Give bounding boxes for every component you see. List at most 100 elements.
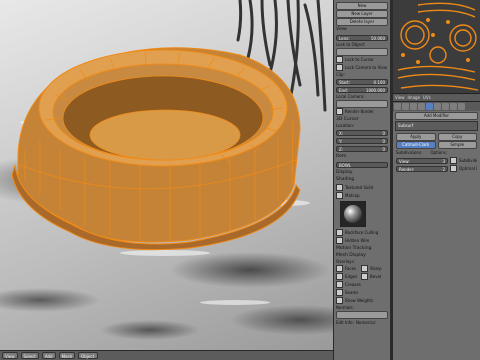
matcap-preview[interactable] xyxy=(340,201,366,227)
faces-checkbox[interactable] xyxy=(336,265,343,272)
uv-editor-header: View Image UVs xyxy=(393,93,480,102)
textured-solid-checkbox[interactable] xyxy=(336,184,343,191)
mesh-menu[interactable]: Mesh xyxy=(58,352,76,359)
render-levels-label: Render: xyxy=(399,166,415,172)
render-tab-icon[interactable] xyxy=(394,103,401,110)
y-value: 0 xyxy=(382,138,385,144)
render-levels-value: 2 xyxy=(442,166,445,172)
shading-section-title[interactable]: Shading xyxy=(336,176,388,183)
optimal-display-checkbox[interactable] xyxy=(450,165,457,172)
x-value: 0 xyxy=(382,130,385,136)
clip-start-field[interactable]: Start: 0.100 xyxy=(336,78,388,85)
item-name-field[interactable]: BOWL xyxy=(336,161,388,168)
subdivide-uvs-checkbox[interactable] xyxy=(450,157,457,164)
lock-camera-checkbox[interactable] xyxy=(336,64,343,71)
apply-button[interactable]: Apply xyxy=(396,132,436,141)
scene-tab-icon[interactable] xyxy=(402,103,409,110)
clip-label: Clip: xyxy=(336,72,345,77)
normals-buttons[interactable] xyxy=(336,310,388,319)
display-section-title[interactable]: Display xyxy=(336,169,388,176)
mode-dropdown[interactable]: Object xyxy=(78,352,99,359)
bevel-label: Bevel xyxy=(370,274,382,279)
cursor-section-title[interactable]: 3D Cursor xyxy=(336,116,388,123)
mesh-display-title[interactable]: Mesh Display xyxy=(336,252,388,259)
show-weights-checkbox[interactable] xyxy=(336,297,343,304)
data-tab-icon[interactable] xyxy=(434,103,441,110)
hidden-wire-checkbox[interactable] xyxy=(336,237,343,244)
object-tab-icon[interactable] xyxy=(418,103,425,110)
subdivisions-label: Subdivisions: xyxy=(396,150,423,155)
3d-viewport[interactable] xyxy=(0,0,333,350)
options-label: Options: xyxy=(430,150,448,155)
motion-tracking-title[interactable]: Motion Tracking xyxy=(336,245,388,252)
sharp-checkbox[interactable] xyxy=(361,265,368,272)
creases-checkbox[interactable] xyxy=(336,281,343,288)
subsurf-modifier-header[interactable]: Subsurf xyxy=(395,121,478,131)
view-levels-value: 3 xyxy=(442,158,445,164)
cursor-x-field[interactable]: X: 0 xyxy=(336,129,388,136)
render-border-checkbox[interactable] xyxy=(336,108,343,115)
x-label: X: xyxy=(339,130,344,136)
optimal-display-label: Optimal Display xyxy=(459,166,477,171)
lock-camera-label: Lock Camera to View xyxy=(345,65,388,70)
select-menu[interactable]: Select xyxy=(20,352,39,359)
y-label: Y: xyxy=(339,138,343,144)
render-border-label: Render Border xyxy=(345,109,374,114)
cursor-y-field[interactable]: Y: 0 xyxy=(336,137,388,144)
matcap-checkbox[interactable] xyxy=(336,192,343,199)
sharp-label: Sharp xyxy=(370,266,382,271)
hidden-wire-label: Hidden Wire xyxy=(345,238,370,243)
new-layer-button[interactable]: New Layer xyxy=(336,9,388,18)
simple-button[interactable]: Simple xyxy=(437,140,477,149)
seams-label: Seams xyxy=(345,290,359,295)
item-section-title[interactable]: Item xyxy=(336,153,388,160)
view-menu[interactable]: View xyxy=(2,352,18,359)
faces-label: Faces xyxy=(345,266,357,271)
clip-end-field[interactable]: End: 1000.000 xyxy=(336,86,388,93)
bevel-checkbox[interactable] xyxy=(361,273,368,280)
lock-object-label: Lock to Object xyxy=(336,42,365,47)
add-menu[interactable]: Add xyxy=(41,352,56,359)
clip-end-value: 1000.000 xyxy=(365,87,385,93)
lock-object-field[interactable] xyxy=(336,47,388,56)
edit-info-label: Edit Info: xyxy=(336,320,354,325)
backface-culling-checkbox[interactable] xyxy=(336,229,343,236)
uv-image-menu[interactable]: Image xyxy=(408,95,421,100)
uv-editor[interactable] xyxy=(393,0,480,93)
local-camera-label: Local Camera: xyxy=(336,94,365,99)
seams-checkbox[interactable] xyxy=(336,289,343,296)
normals-label: Normals: xyxy=(336,305,354,310)
overlays-label: Overlays: xyxy=(336,259,355,264)
lock-cursor-checkbox[interactable] xyxy=(336,56,343,63)
cursor-z-field[interactable]: Z: 0 xyxy=(336,145,388,152)
new-button[interactable]: New xyxy=(336,1,388,10)
clip-end-label: End: xyxy=(339,87,348,93)
view-levels-field[interactable]: View: 3 xyxy=(396,157,448,164)
uv-uvs-menu[interactable]: UVs xyxy=(423,95,431,100)
uv-view-menu[interactable]: View xyxy=(395,95,405,100)
numerics-label: Numerics: xyxy=(355,320,377,325)
z-label: Z: xyxy=(339,146,344,152)
material-tab-icon[interactable] xyxy=(442,103,449,110)
copy-button[interactable]: Copy xyxy=(437,132,477,141)
backface-culling-label: Backface Culling xyxy=(345,230,379,235)
delete-layer-button[interactable]: Delete layer xyxy=(336,17,388,26)
bowl-mesh[interactable] xyxy=(0,0,333,350)
subdivide-uvs-label: Subdivide UVs xyxy=(459,158,477,163)
texture-tab-icon[interactable] xyxy=(450,103,457,110)
view-section-title[interactable]: View xyxy=(336,26,388,33)
edges-checkbox[interactable] xyxy=(336,273,343,280)
local-camera-field[interactable] xyxy=(336,99,388,108)
clip-start-value: 0.100 xyxy=(373,79,385,85)
properties-editor: Add Modifier Subsurf Apply Copy Catmull-C… xyxy=(393,102,480,360)
world-tab-icon[interactable] xyxy=(410,103,417,110)
modifier-tab-icon[interactable] xyxy=(426,103,433,110)
uv-islands[interactable] xyxy=(393,0,480,93)
particles-tab-icon[interactable] xyxy=(458,103,465,110)
textured-solid-label: Textured Solid xyxy=(345,185,374,190)
render-levels-field[interactable]: Render: 2 xyxy=(396,165,448,172)
edges-label: Edges xyxy=(345,274,358,279)
lens-field[interactable]: Lens: 50.000 xyxy=(336,34,388,41)
catmull-clark-button[interactable]: Catmull-Clark xyxy=(396,140,436,149)
add-modifier-button[interactable]: Add Modifier xyxy=(395,111,478,120)
